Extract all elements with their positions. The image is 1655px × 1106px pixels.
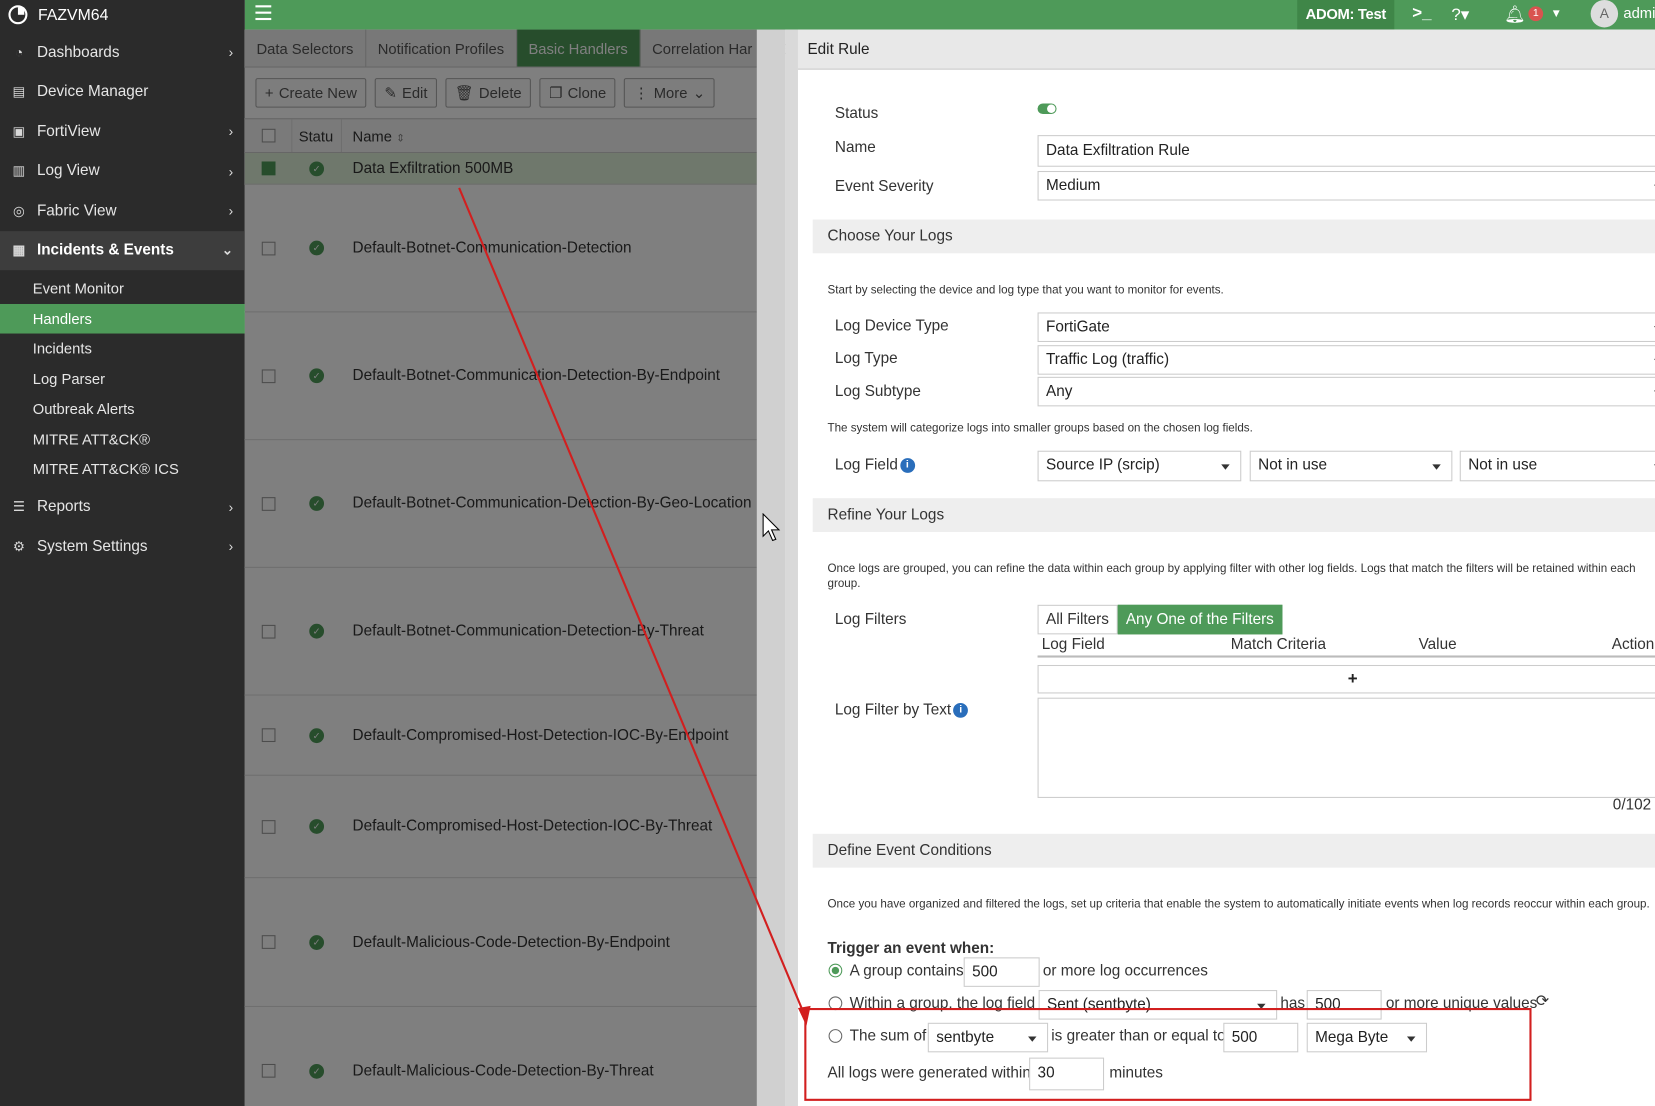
highlight-box <box>804 1008 1532 1101</box>
annotation-arrow <box>458 187 811 1026</box>
mouse-cursor-icon <box>762 512 781 542</box>
